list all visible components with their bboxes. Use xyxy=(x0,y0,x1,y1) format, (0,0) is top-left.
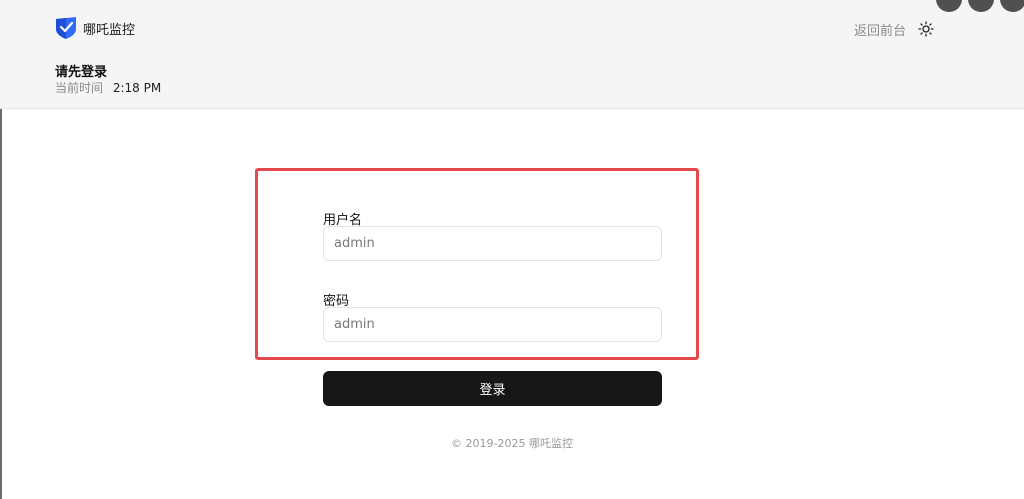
username-input[interactable] xyxy=(323,226,662,261)
sun-icon xyxy=(918,21,934,37)
theme-toggle-button[interactable] xyxy=(918,21,934,37)
brand-name: 哪吒监控 xyxy=(83,22,136,38)
header-bar: 哪吒监控 返回前台 请先登录 当前时间 2:18 PM xyxy=(0,0,1024,109)
brand[interactable]: 哪吒监控 xyxy=(56,17,135,39)
back-to-dashboard-link[interactable]: 返回前台 xyxy=(854,20,906,39)
page-heading: 请先登录 xyxy=(55,65,108,80)
login-page: 哪吒监控 返回前台 请先登录 当前时间 2:18 PM 用户名 admin 密码… xyxy=(0,0,1024,499)
footer-copyright: © 2019-2025 哪吒监控 xyxy=(451,437,573,450)
login-button[interactable]: 登录 xyxy=(323,371,662,406)
current-time-value: 2:18 PM xyxy=(112,81,162,95)
current-time-label: 当前时间 xyxy=(55,81,104,95)
password-input[interactable] xyxy=(323,307,662,342)
current-time-row: 当前时间 2:18 PM xyxy=(55,79,161,96)
shield-check-icon xyxy=(56,17,76,39)
